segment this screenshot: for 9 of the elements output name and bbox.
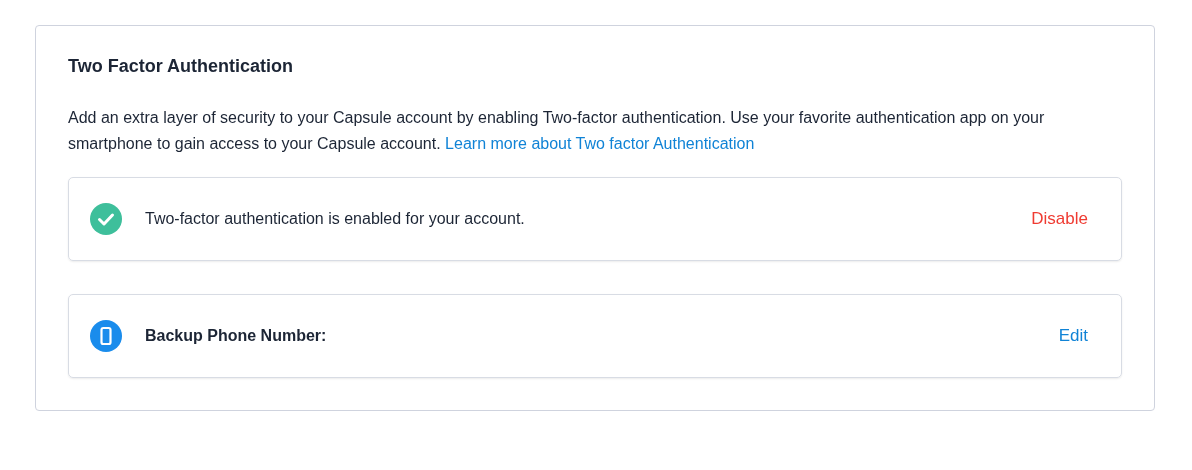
disable-button[interactable]: Disable [1031,209,1088,229]
learn-more-link[interactable]: Learn more about Two factor Authentication [445,135,755,152]
phone-label: Backup Phone Number: [145,327,328,345]
status-text: Two-factor authentication is enabled for your account. [145,210,526,228]
edit-button[interactable]: Edit [1058,326,1088,346]
check-icon [89,202,123,236]
card-title: Two Factor Authentication [68,56,294,77]
phone-icon [89,319,123,353]
description: Add an extra layer of security to your Capsule account by enabling Two-factor authentication. Use your favorite authentication app on your smartphone to gain access to your Capsule account. Learn more about Two factor Authentication [68,108,1046,154]
